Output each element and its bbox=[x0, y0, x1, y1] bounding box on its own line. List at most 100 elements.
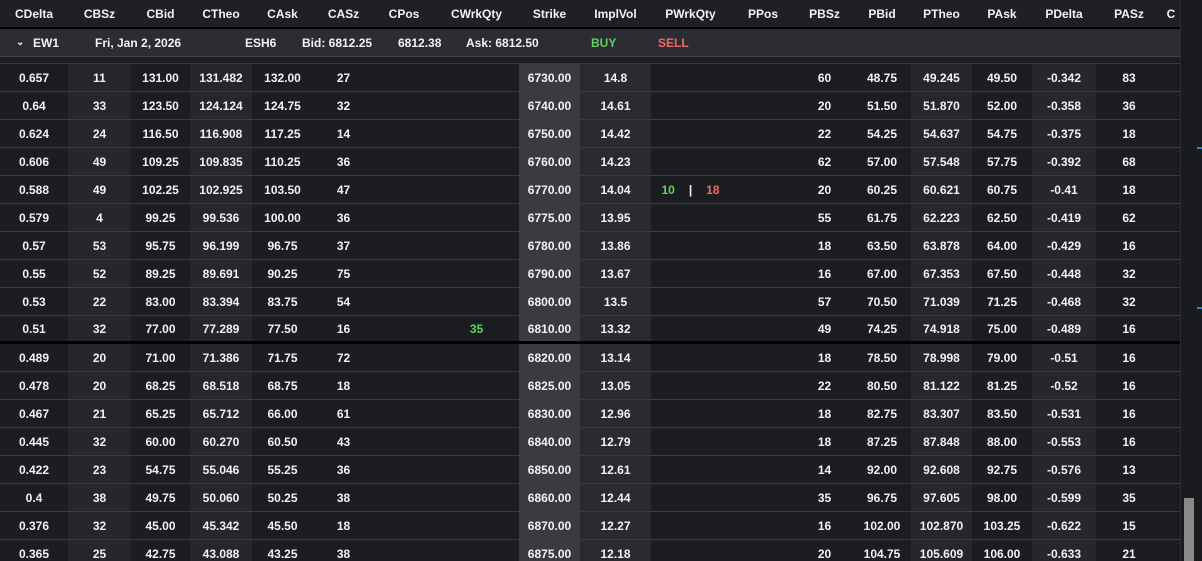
cell-cbid[interactable]: 71.00 bbox=[131, 344, 190, 371]
cell-pbid[interactable]: 102.00 bbox=[853, 512, 911, 539]
pwrk-sell-qty[interactable]: 18 bbox=[706, 183, 719, 197]
table-row[interactable]: 0.57 53 95.75 96.199 96.75 37 6780.00 13.86 18 63… bbox=[0, 232, 1180, 260]
cell-c[interactable] bbox=[1162, 428, 1180, 455]
cell-cwrkqty[interactable] bbox=[434, 204, 519, 231]
cell-pwrkqty[interactable] bbox=[651, 204, 730, 231]
cell-c[interactable] bbox=[1162, 400, 1180, 427]
table-row[interactable]: 0.422 23 54.75 55.046 55.25 36 6850.00 12.61 14 9… bbox=[0, 456, 1180, 484]
cell-pbid[interactable]: 82.75 bbox=[853, 400, 911, 427]
cell-implvol[interactable]: 13.86 bbox=[580, 232, 651, 259]
cell-pdelta[interactable]: -0.429 bbox=[1032, 232, 1096, 259]
cell-cpos[interactable] bbox=[374, 288, 434, 315]
cell-ptheo[interactable]: 67.353 bbox=[911, 260, 972, 287]
table-row[interactable]: 0.657 11 131.00 131.482 132.00 27 6730.00 14.8 6… bbox=[0, 64, 1180, 92]
cell-ptheo[interactable]: 63.878 bbox=[911, 232, 972, 259]
cell-c[interactable] bbox=[1162, 204, 1180, 231]
cell-implvol[interactable]: 14.61 bbox=[580, 92, 651, 119]
cell-casz[interactable]: 37 bbox=[313, 232, 374, 259]
cell-implvol[interactable]: 13.5 bbox=[580, 288, 651, 315]
table-row[interactable]: 0.4 38 49.75 50.060 50.25 38 6860.00 12.44 35 96.… bbox=[0, 484, 1180, 512]
cell-pbid[interactable]: 67.00 bbox=[853, 260, 911, 287]
cell-cdelta[interactable]: 0.588 bbox=[0, 176, 68, 203]
cell-c[interactable] bbox=[1162, 484, 1180, 511]
cell-pasz[interactable]: 21 bbox=[1096, 540, 1162, 561]
table-row[interactable]: 0.55 52 89.25 89.691 90.25 75 6790.00 13.67 16 67… bbox=[0, 260, 1180, 288]
table-row[interactable]: 0.53 22 83.00 83.394 83.75 54 6800.00 13.5 57 70.… bbox=[0, 288, 1180, 316]
column-header-ptheo[interactable]: PTheo bbox=[911, 0, 972, 27]
cell-ptheo[interactable]: 74.918 bbox=[911, 316, 972, 341]
cell-casz[interactable]: 18 bbox=[313, 512, 374, 539]
column-header-pwrkqty[interactable]: PWrkQty bbox=[651, 0, 730, 27]
cell-strike[interactable]: 6770.00 bbox=[519, 176, 580, 203]
column-header-pdelta[interactable]: PDelta bbox=[1032, 0, 1096, 27]
cell-strike[interactable]: 6850.00 bbox=[519, 456, 580, 483]
cell-cask[interactable]: 83.75 bbox=[252, 288, 313, 315]
cell-implvol[interactable]: 13.14 bbox=[580, 344, 651, 371]
cell-c[interactable] bbox=[1162, 456, 1180, 483]
cell-strike[interactable]: 6750.00 bbox=[519, 120, 580, 147]
cell-pask[interactable]: 88.00 bbox=[972, 428, 1032, 455]
cell-pdelta[interactable]: -0.633 bbox=[1032, 540, 1096, 561]
cell-cbid[interactable]: 99.25 bbox=[131, 204, 190, 231]
cell-cdelta[interactable]: 0.445 bbox=[0, 428, 68, 455]
cell-pask[interactable]: 57.75 bbox=[972, 148, 1032, 175]
cell-cbsz[interactable]: 22 bbox=[68, 288, 131, 315]
cell-cask[interactable]: 45.50 bbox=[252, 512, 313, 539]
buy-button[interactable]: BUY bbox=[591, 36, 616, 50]
cell-ppos[interactable] bbox=[730, 456, 796, 483]
cell-ppos[interactable] bbox=[730, 372, 796, 399]
cell-pwrkqty[interactable] bbox=[651, 148, 730, 175]
cell-ppos[interactable] bbox=[730, 148, 796, 175]
column-header-ctheo[interactable]: CTheo bbox=[190, 0, 252, 27]
sell-button[interactable]: SELL bbox=[658, 36, 689, 50]
cell-cwrkqty[interactable] bbox=[434, 120, 519, 147]
column-header-pasz[interactable]: PASz bbox=[1096, 0, 1162, 27]
cell-cpos[interactable] bbox=[374, 456, 434, 483]
cell-casz[interactable]: 72 bbox=[313, 344, 374, 371]
table-row[interactable]: 0.579 4 99.25 99.536 100.00 36 6775.00 13.95 55 6… bbox=[0, 204, 1180, 232]
cell-cwrkqty[interactable] bbox=[434, 484, 519, 511]
table-row[interactable]: 0.467 21 65.25 65.712 66.00 61 6830.00 12.96 18 8… bbox=[0, 400, 1180, 428]
cell-ppos[interactable] bbox=[730, 400, 796, 427]
cell-pdelta[interactable]: -0.375 bbox=[1032, 120, 1096, 147]
cell-ctheo[interactable]: 65.712 bbox=[190, 400, 252, 427]
cell-pwrkqty[interactable] bbox=[651, 540, 730, 561]
cell-cbsz[interactable]: 23 bbox=[68, 456, 131, 483]
cell-implvol[interactable]: 12.96 bbox=[580, 400, 651, 427]
cell-c[interactable] bbox=[1162, 148, 1180, 175]
cell-casz[interactable]: 27 bbox=[313, 64, 374, 91]
cell-cbid[interactable]: 45.00 bbox=[131, 512, 190, 539]
cell-ppos[interactable] bbox=[730, 428, 796, 455]
cell-ptheo[interactable]: 57.548 bbox=[911, 148, 972, 175]
cell-pwrkqty[interactable] bbox=[651, 512, 730, 539]
cell-pbsz[interactable]: 16 bbox=[796, 512, 853, 539]
cell-c[interactable] bbox=[1162, 540, 1180, 561]
cell-ppos[interactable] bbox=[730, 260, 796, 287]
cell-ppos[interactable] bbox=[730, 176, 796, 203]
cell-cwrkqty[interactable]: 35 bbox=[434, 316, 519, 341]
cell-cdelta[interactable]: 0.624 bbox=[0, 120, 68, 147]
cell-strike[interactable]: 6790.00 bbox=[519, 260, 580, 287]
cell-casz[interactable]: 18 bbox=[313, 372, 374, 399]
cell-cpos[interactable] bbox=[374, 400, 434, 427]
cell-pbsz[interactable]: 18 bbox=[796, 344, 853, 371]
cell-ptheo[interactable]: 49.245 bbox=[911, 64, 972, 91]
cell-pasz[interactable]: 18 bbox=[1096, 176, 1162, 203]
cell-pdelta[interactable]: -0.52 bbox=[1032, 372, 1096, 399]
cell-implvol[interactable]: 13.67 bbox=[580, 260, 651, 287]
cell-cbid[interactable]: 65.25 bbox=[131, 400, 190, 427]
cell-pwrkqty[interactable] bbox=[651, 120, 730, 147]
cell-cpos[interactable] bbox=[374, 120, 434, 147]
cell-pask[interactable]: 62.50 bbox=[972, 204, 1032, 231]
cell-pbsz[interactable]: 60 bbox=[796, 64, 853, 91]
cell-casz[interactable]: 61 bbox=[313, 400, 374, 427]
cell-ppos[interactable] bbox=[730, 512, 796, 539]
cell-c[interactable] bbox=[1162, 316, 1180, 341]
cell-pwrkqty[interactable] bbox=[651, 316, 730, 341]
cell-pbid[interactable]: 63.50 bbox=[853, 232, 911, 259]
cell-pbid[interactable]: 74.25 bbox=[853, 316, 911, 341]
cell-ctheo[interactable]: 99.536 bbox=[190, 204, 252, 231]
cell-cbid[interactable]: 116.50 bbox=[131, 120, 190, 147]
cell-cdelta[interactable]: 0.376 bbox=[0, 512, 68, 539]
cell-strike[interactable]: 6830.00 bbox=[519, 400, 580, 427]
